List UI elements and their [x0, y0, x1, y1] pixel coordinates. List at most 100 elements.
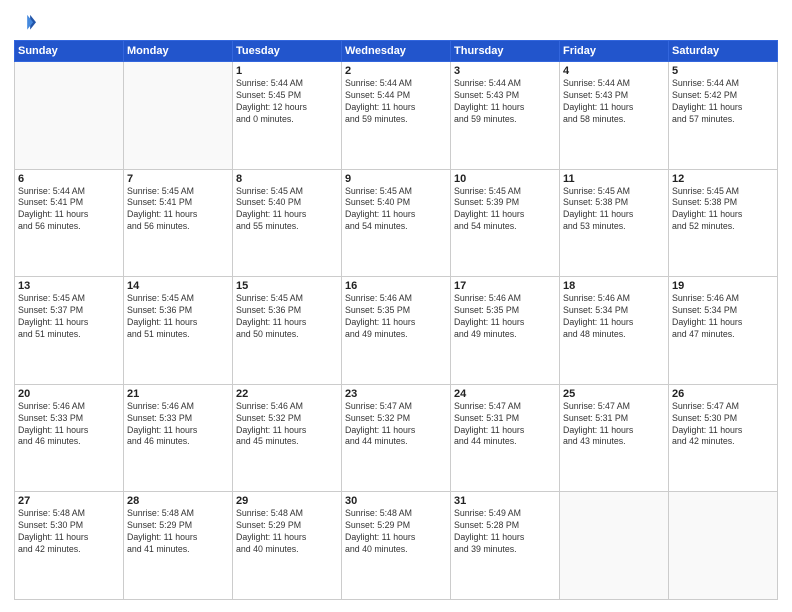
day-number: 9 [345, 173, 447, 185]
day-info: Sunrise: 5:48 AM Sunset: 5:29 PM Dayligh… [345, 508, 447, 556]
day-number: 15 [236, 280, 338, 292]
day-info: Sunrise: 5:47 AM Sunset: 5:32 PM Dayligh… [345, 401, 447, 449]
calendar-cell: 15Sunrise: 5:45 AM Sunset: 5:36 PM Dayli… [233, 277, 342, 385]
day-info: Sunrise: 5:46 AM Sunset: 5:35 PM Dayligh… [345, 293, 447, 341]
weekday-tuesday: Tuesday [233, 41, 342, 62]
calendar-cell: 3Sunrise: 5:44 AM Sunset: 5:43 PM Daylig… [451, 62, 560, 170]
day-number: 28 [127, 495, 229, 507]
day-info: Sunrise: 5:44 AM Sunset: 5:43 PM Dayligh… [454, 78, 556, 126]
day-info: Sunrise: 5:45 AM Sunset: 5:36 PM Dayligh… [236, 293, 338, 341]
day-number: 30 [345, 495, 447, 507]
day-info: Sunrise: 5:45 AM Sunset: 5:40 PM Dayligh… [236, 186, 338, 234]
day-number: 18 [563, 280, 665, 292]
day-info: Sunrise: 5:45 AM Sunset: 5:41 PM Dayligh… [127, 186, 229, 234]
day-number: 21 [127, 388, 229, 400]
calendar-cell: 7Sunrise: 5:45 AM Sunset: 5:41 PM Daylig… [124, 169, 233, 277]
calendar-table: SundayMondayTuesdayWednesdayThursdayFrid… [14, 40, 778, 600]
day-number: 2 [345, 65, 447, 77]
weekday-sunday: Sunday [15, 41, 124, 62]
day-number: 3 [454, 65, 556, 77]
day-info: Sunrise: 5:44 AM Sunset: 5:45 PM Dayligh… [236, 78, 338, 126]
calendar-cell: 14Sunrise: 5:45 AM Sunset: 5:36 PM Dayli… [124, 277, 233, 385]
day-info: Sunrise: 5:44 AM Sunset: 5:41 PM Dayligh… [18, 186, 120, 234]
day-info: Sunrise: 5:47 AM Sunset: 5:30 PM Dayligh… [672, 401, 774, 449]
day-info: Sunrise: 5:49 AM Sunset: 5:28 PM Dayligh… [454, 508, 556, 556]
calendar-cell: 24Sunrise: 5:47 AM Sunset: 5:31 PM Dayli… [451, 384, 560, 492]
calendar-week-2: 6Sunrise: 5:44 AM Sunset: 5:41 PM Daylig… [15, 169, 778, 277]
day-number: 29 [236, 495, 338, 507]
logo [14, 12, 40, 34]
calendar-cell: 26Sunrise: 5:47 AM Sunset: 5:30 PM Dayli… [669, 384, 778, 492]
weekday-thursday: Thursday [451, 41, 560, 62]
calendar-cell: 2Sunrise: 5:44 AM Sunset: 5:44 PM Daylig… [342, 62, 451, 170]
day-number: 22 [236, 388, 338, 400]
day-number: 11 [563, 173, 665, 185]
day-number: 8 [236, 173, 338, 185]
day-number: 12 [672, 173, 774, 185]
calendar-week-5: 27Sunrise: 5:48 AM Sunset: 5:30 PM Dayli… [15, 492, 778, 600]
day-info: Sunrise: 5:48 AM Sunset: 5:29 PM Dayligh… [127, 508, 229, 556]
calendar-cell: 25Sunrise: 5:47 AM Sunset: 5:31 PM Dayli… [560, 384, 669, 492]
day-info: Sunrise: 5:45 AM Sunset: 5:36 PM Dayligh… [127, 293, 229, 341]
calendar-cell: 19Sunrise: 5:46 AM Sunset: 5:34 PM Dayli… [669, 277, 778, 385]
calendar-cell [15, 62, 124, 170]
calendar-week-3: 13Sunrise: 5:45 AM Sunset: 5:37 PM Dayli… [15, 277, 778, 385]
day-info: Sunrise: 5:48 AM Sunset: 5:29 PM Dayligh… [236, 508, 338, 556]
calendar-cell: 1Sunrise: 5:44 AM Sunset: 5:45 PM Daylig… [233, 62, 342, 170]
day-info: Sunrise: 5:46 AM Sunset: 5:34 PM Dayligh… [672, 293, 774, 341]
day-number: 20 [18, 388, 120, 400]
calendar-cell: 27Sunrise: 5:48 AM Sunset: 5:30 PM Dayli… [15, 492, 124, 600]
day-info: Sunrise: 5:48 AM Sunset: 5:30 PM Dayligh… [18, 508, 120, 556]
day-info: Sunrise: 5:44 AM Sunset: 5:44 PM Dayligh… [345, 78, 447, 126]
day-info: Sunrise: 5:44 AM Sunset: 5:43 PM Dayligh… [563, 78, 665, 126]
day-number: 13 [18, 280, 120, 292]
day-number: 4 [563, 65, 665, 77]
calendar-cell: 13Sunrise: 5:45 AM Sunset: 5:37 PM Dayli… [15, 277, 124, 385]
calendar-cell: 29Sunrise: 5:48 AM Sunset: 5:29 PM Dayli… [233, 492, 342, 600]
calendar-cell [560, 492, 669, 600]
day-info: Sunrise: 5:47 AM Sunset: 5:31 PM Dayligh… [563, 401, 665, 449]
logo-icon [14, 12, 36, 34]
calendar-cell: 23Sunrise: 5:47 AM Sunset: 5:32 PM Dayli… [342, 384, 451, 492]
calendar-week-4: 20Sunrise: 5:46 AM Sunset: 5:33 PM Dayli… [15, 384, 778, 492]
day-number: 14 [127, 280, 229, 292]
calendar-cell: 8Sunrise: 5:45 AM Sunset: 5:40 PM Daylig… [233, 169, 342, 277]
day-number: 31 [454, 495, 556, 507]
page: SundayMondayTuesdayWednesdayThursdayFrid… [0, 0, 792, 612]
calendar-cell: 11Sunrise: 5:45 AM Sunset: 5:38 PM Dayli… [560, 169, 669, 277]
weekday-header-row: SundayMondayTuesdayWednesdayThursdayFrid… [15, 41, 778, 62]
day-info: Sunrise: 5:46 AM Sunset: 5:32 PM Dayligh… [236, 401, 338, 449]
weekday-friday: Friday [560, 41, 669, 62]
day-number: 24 [454, 388, 556, 400]
day-number: 25 [563, 388, 665, 400]
weekday-monday: Monday [124, 41, 233, 62]
weekday-saturday: Saturday [669, 41, 778, 62]
day-number: 5 [672, 65, 774, 77]
day-number: 7 [127, 173, 229, 185]
calendar-cell: 20Sunrise: 5:46 AM Sunset: 5:33 PM Dayli… [15, 384, 124, 492]
calendar-cell: 10Sunrise: 5:45 AM Sunset: 5:39 PM Dayli… [451, 169, 560, 277]
day-info: Sunrise: 5:45 AM Sunset: 5:40 PM Dayligh… [345, 186, 447, 234]
calendar-cell: 21Sunrise: 5:46 AM Sunset: 5:33 PM Dayli… [124, 384, 233, 492]
calendar-cell: 16Sunrise: 5:46 AM Sunset: 5:35 PM Dayli… [342, 277, 451, 385]
calendar-cell: 28Sunrise: 5:48 AM Sunset: 5:29 PM Dayli… [124, 492, 233, 600]
day-info: Sunrise: 5:45 AM Sunset: 5:37 PM Dayligh… [18, 293, 120, 341]
day-number: 27 [18, 495, 120, 507]
header [14, 12, 778, 34]
calendar-cell: 31Sunrise: 5:49 AM Sunset: 5:28 PM Dayli… [451, 492, 560, 600]
calendar-cell: 6Sunrise: 5:44 AM Sunset: 5:41 PM Daylig… [15, 169, 124, 277]
day-info: Sunrise: 5:46 AM Sunset: 5:34 PM Dayligh… [563, 293, 665, 341]
day-number: 26 [672, 388, 774, 400]
day-number: 23 [345, 388, 447, 400]
calendar-cell: 12Sunrise: 5:45 AM Sunset: 5:38 PM Dayli… [669, 169, 778, 277]
day-info: Sunrise: 5:45 AM Sunset: 5:38 PM Dayligh… [672, 186, 774, 234]
day-number: 16 [345, 280, 447, 292]
calendar-cell [669, 492, 778, 600]
day-number: 6 [18, 173, 120, 185]
calendar-cell: 30Sunrise: 5:48 AM Sunset: 5:29 PM Dayli… [342, 492, 451, 600]
day-number: 17 [454, 280, 556, 292]
day-info: Sunrise: 5:46 AM Sunset: 5:35 PM Dayligh… [454, 293, 556, 341]
day-info: Sunrise: 5:45 AM Sunset: 5:39 PM Dayligh… [454, 186, 556, 234]
day-number: 10 [454, 173, 556, 185]
calendar-cell [124, 62, 233, 170]
